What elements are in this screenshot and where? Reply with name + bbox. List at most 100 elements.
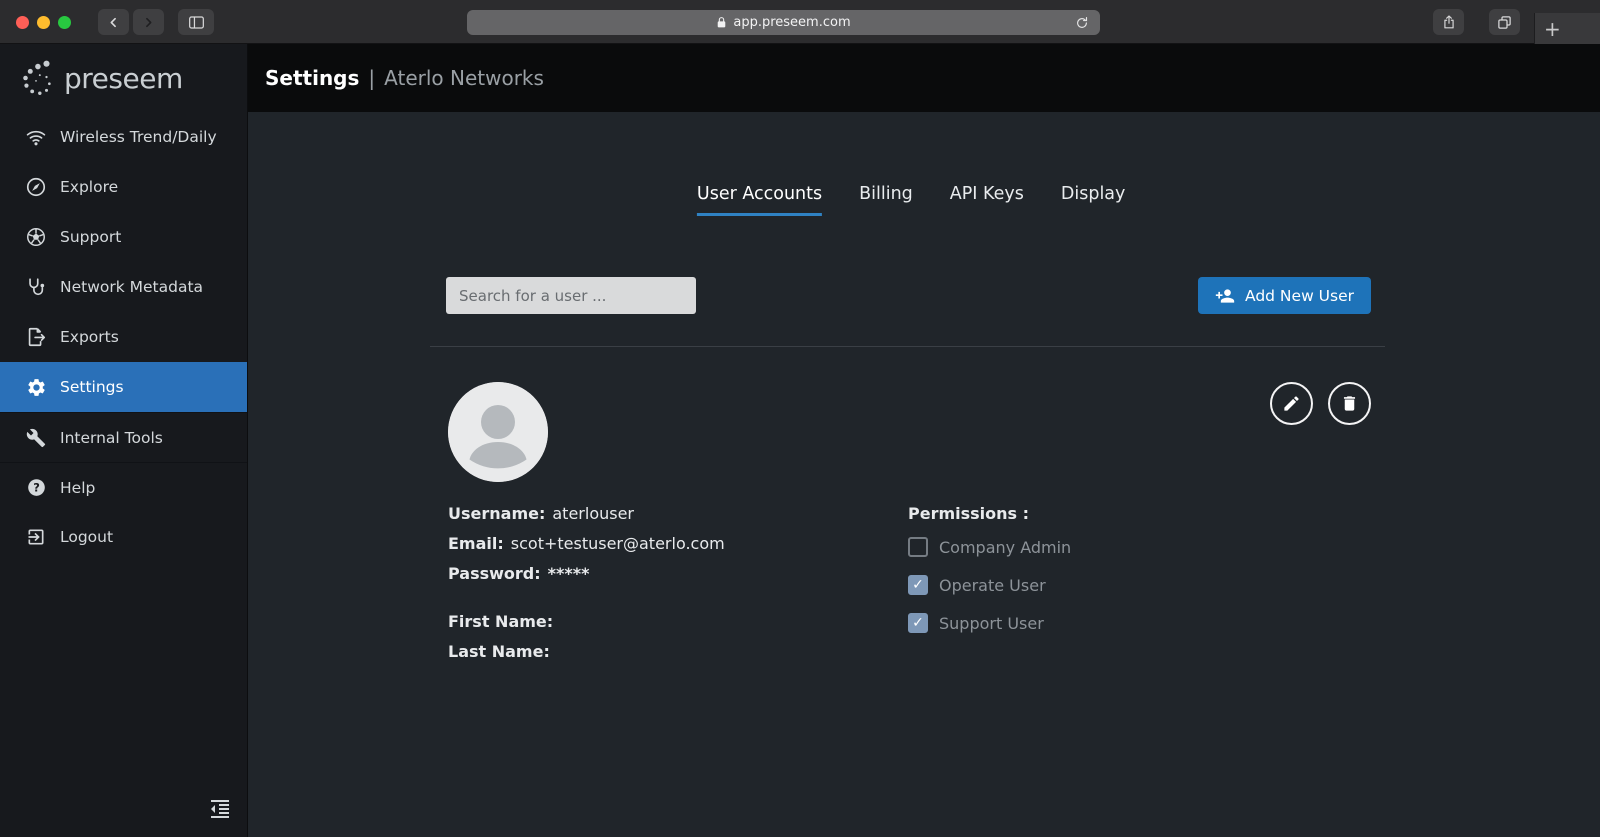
search-user-input[interactable] — [446, 277, 696, 314]
add-new-user-button[interactable]: Add New User — [1198, 277, 1371, 314]
browser-sidebar-toggle-button[interactable] — [178, 9, 214, 35]
person-add-icon — [1215, 286, 1235, 306]
export-file-icon — [25, 326, 47, 348]
stethoscope-icon — [25, 276, 47, 298]
logout-icon — [25, 526, 47, 548]
explore-icon — [25, 176, 47, 198]
sidebar-item-exports[interactable]: Exports — [0, 312, 247, 362]
support-ball-icon — [25, 226, 47, 248]
sidebar-item-label: Support — [60, 228, 122, 246]
wrench-icon — [25, 427, 47, 449]
avatar — [448, 382, 548, 482]
browser-chrome: app.preseem.com + — [0, 0, 1600, 44]
tab-overview-button[interactable] — [1489, 9, 1520, 35]
back-button[interactable] — [98, 9, 129, 35]
tab-user-accounts[interactable]: User Accounts — [696, 184, 823, 216]
collapse-sidebar-button[interactable] — [208, 796, 234, 822]
question-circle-icon: ? — [25, 477, 47, 499]
page-title: Settings — [265, 66, 360, 90]
user-card: Username: aterlouser Email: scot+testuse… — [430, 382, 1385, 666]
sidebar-item-label: Exports — [60, 328, 119, 346]
sidebar-item-label: Network Metadata — [60, 278, 204, 296]
settings-tabs: User Accounts Billing API Keys Display — [696, 184, 1126, 216]
sidebar-item-explore[interactable]: Explore — [0, 162, 247, 212]
username-field: Username: aterlouser — [448, 498, 908, 528]
user-permissions: Permissions : Company Admin Operate User… — [908, 498, 1385, 666]
svg-text:?: ? — [33, 481, 40, 495]
permission-support-user: Support User — [908, 604, 1385, 642]
address-bar-url: app.preseem.com — [733, 15, 851, 30]
minimize-window-button[interactable] — [37, 16, 50, 29]
trash-icon — [1340, 394, 1359, 413]
sidebar-item-logout[interactable]: Logout — [0, 512, 247, 562]
user-fields-left: Username: aterlouser Email: scot+testuse… — [448, 498, 908, 666]
email-label: Email: — [448, 533, 504, 553]
page-header: Settings | Aterlo Networks — [248, 44, 1600, 112]
email-field: Email: scot+testuser@aterlo.com — [448, 528, 908, 558]
first-name-label: First Name: — [448, 611, 554, 631]
email-value: scot+testuser@aterlo.com — [510, 533, 725, 553]
new-tab-area: + — [1534, 13, 1600, 44]
delete-user-button[interactable] — [1328, 382, 1371, 425]
permission-company-admin: Company Admin — [908, 528, 1385, 566]
tab-billing[interactable]: Billing — [859, 184, 913, 216]
sidebar-item-support[interactable]: Support — [0, 212, 247, 262]
page-subtitle: Aterlo Networks — [384, 66, 544, 90]
pencil-icon — [1282, 394, 1301, 413]
permissions-label: Permissions : — [908, 503, 1030, 523]
page-title-separator: | — [368, 66, 376, 90]
user-toolbar: Add New User — [446, 277, 1371, 314]
preseem-logo-text: preseem — [64, 61, 183, 95]
preseem-logo[interactable]: preseem — [0, 44, 247, 112]
tab-label: Display — [1060, 184, 1126, 204]
sidebar-item-wireless-trend-daily[interactable]: Wireless Trend/Daily — [0, 112, 247, 162]
forward-button[interactable] — [133, 9, 164, 35]
sidebar-item-settings[interactable]: Settings — [0, 362, 247, 412]
sidebar-nav: Wireless Trend/Daily Explore Support Net… — [0, 112, 247, 562]
last-name-label: Last Name: — [448, 641, 550, 661]
company-admin-checkbox[interactable] — [908, 537, 928, 557]
username-label: Username: — [448, 503, 546, 523]
add-new-user-label: Add New User — [1245, 286, 1354, 305]
tab-label: User Accounts — [696, 184, 823, 204]
chevron-right-icon — [142, 16, 155, 29]
sidebar-item-help[interactable]: ? Help — [0, 462, 247, 512]
password-value: ***** — [547, 563, 590, 583]
new-tab-button[interactable]: + — [1544, 19, 1561, 39]
app-sidebar: preseem Wireless Trend/Daily Explore Sup… — [0, 44, 248, 837]
lock-icon — [716, 16, 727, 29]
browser-nav-buttons — [98, 9, 164, 35]
support-user-checkbox[interactable] — [908, 613, 928, 633]
tab-display[interactable]: Display — [1061, 184, 1126, 216]
operate-user-checkbox[interactable] — [908, 575, 928, 595]
password-field: Password: ***** — [448, 558, 908, 588]
share-icon — [1442, 14, 1456, 30]
address-bar[interactable]: app.preseem.com — [467, 10, 1100, 35]
collapse-sidebar-icon — [208, 797, 234, 821]
sidebar-item-label: Logout — [60, 528, 114, 546]
chevron-left-icon — [107, 16, 120, 29]
password-label: Password: — [448, 563, 541, 583]
permission-label: Operate User — [939, 575, 1046, 595]
username-value: aterlouser — [552, 503, 635, 523]
share-button[interactable] — [1433, 9, 1464, 35]
first-name-field: First Name: — [448, 606, 908, 636]
close-window-button[interactable] — [16, 16, 29, 29]
tab-api-keys[interactable]: API Keys — [950, 184, 1024, 216]
zoom-window-button[interactable] — [58, 16, 71, 29]
wifi-icon — [25, 126, 47, 148]
refresh-button[interactable] — [1075, 13, 1094, 32]
last-name-field: Last Name: — [448, 636, 908, 666]
permissions-list: Company Admin Operate User Support User — [908, 528, 1385, 642]
browser-right-buttons — [1433, 9, 1520, 35]
sidebar-item-label: Wireless Trend/Daily — [60, 128, 217, 146]
user-card-actions — [1270, 382, 1371, 425]
refresh-icon — [1075, 16, 1094, 30]
tab-overview-icon — [1497, 15, 1512, 30]
sidebar-panel-icon — [188, 15, 205, 30]
sidebar-item-network-metadata[interactable]: Network Metadata — [0, 262, 247, 312]
sidebar-item-label: Explore — [60, 178, 119, 196]
tab-label: Billing — [859, 184, 913, 204]
edit-user-button[interactable] — [1270, 382, 1313, 425]
sidebar-item-internal-tools[interactable]: Internal Tools — [0, 412, 247, 462]
